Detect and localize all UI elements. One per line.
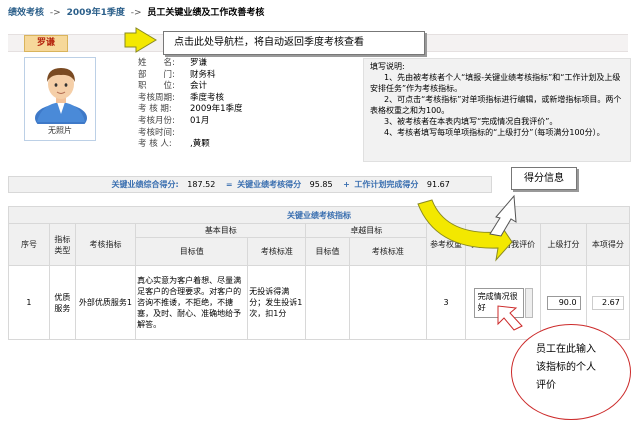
info-value: 财务科	[190, 69, 216, 80]
info-row: 考核月份: 01月	[138, 116, 363, 128]
total-score-label: 关键业绩综合得分:	[111, 180, 179, 189]
cell-indicator[interactable]: 外部优质服务1	[74, 265, 137, 340]
nav-callout: 点击此处导航栏，将自动返回季度考核查看	[163, 31, 425, 55]
col-standard: 考核标准	[247, 237, 307, 266]
instructions-title: 填写说明:	[370, 62, 405, 71]
info-label: 职 位:	[138, 81, 175, 92]
info-row: 职 位: 会计	[138, 81, 363, 93]
col-basic-goal: 基本目标	[135, 223, 307, 238]
cell-standard: 无投诉得满分；发生投诉1次，扣1分	[247, 265, 307, 340]
breadcrumb-current: 员工关键业绩及工作改善考核	[147, 8, 265, 18]
info-row: 部 门: 财务科	[138, 70, 363, 82]
cell-ex-standard	[348, 265, 428, 340]
user-avatar-icon	[35, 68, 87, 124]
info-row: 考核时间:	[138, 128, 363, 140]
info-label: 考核月份:	[138, 115, 175, 126]
instruction-line: 3、被考核者在本表内填写“完成情况自我评价”。	[384, 117, 558, 126]
col-goal: 目标值	[135, 237, 249, 266]
plan-score-value: 91.67	[426, 180, 450, 189]
item-score-value: 2.67	[591, 295, 624, 310]
instructions-panel: 填写说明: 1、先由被考核者个人“填报-关键业绩考核指标”和“工作计划及上级安排…	[363, 58, 631, 162]
info-label: 姓 名:	[138, 58, 175, 68]
col-indicator: 考核指标	[74, 223, 137, 266]
info-value	[190, 128, 363, 140]
breadcrumb-separator: ->	[130, 8, 142, 18]
textarea-scrollbar[interactable]	[524, 287, 533, 318]
breadcrumb-quarter[interactable]: 2009年1季度	[67, 8, 125, 18]
instruction-line: 1、先由被考核者个人“填报-关键业绩考核指标”和“工作计划及上级安排任务”作为考…	[370, 73, 621, 93]
cell-seq: 1	[8, 265, 50, 340]
input-callout-line: 该指标的个人	[536, 362, 596, 373]
info-value: 罗谦	[190, 58, 208, 68]
kpi-table-caption[interactable]: 关键业绩考核指标	[8, 206, 630, 224]
no-photo-label: 无照片	[48, 126, 72, 135]
equals-sign: =	[225, 180, 233, 189]
info-value: 季度考核	[190, 92, 225, 103]
col-type: 指标类型	[48, 223, 76, 266]
cell-weight: 3	[426, 265, 466, 340]
input-callout-line: 评价	[536, 380, 556, 391]
employee-name-tab: 罗谦	[24, 35, 68, 52]
col-ex-standard: 考核标准	[348, 237, 428, 266]
info-label: 考核时间:	[138, 127, 175, 138]
info-value: 会计	[190, 81, 208, 92]
avatar: 无照片	[24, 57, 96, 141]
info-value: 2009年1季度	[190, 104, 243, 115]
cell-type: 优质服务	[48, 265, 76, 340]
info-value: ,黄颗	[190, 139, 210, 150]
input-callout-line: 员工在此输入	[536, 344, 596, 355]
info-label: 部 门:	[138, 69, 175, 80]
info-label: 考 核 人:	[138, 139, 172, 150]
kpi-score-label: 关键业绩考核得分	[237, 180, 302, 189]
col-seq: 序号	[8, 223, 50, 266]
info-row: 姓 名: 罗谦	[138, 58, 363, 70]
total-score-value: 187.52	[187, 180, 216, 189]
kpi-table: 关键业绩考核指标 序号 指标类型 考核指标 基本目标 卓越目标 参考权重 完成情…	[8, 206, 631, 340]
plan-score-label: 工作计划完成得分	[354, 180, 419, 189]
breadcrumb-root[interactable]: 绩效考核	[8, 8, 44, 18]
col-score: 本项得分	[585, 223, 631, 266]
col-ex-goal: 目标值	[305, 237, 350, 266]
info-value: 01月	[190, 115, 210, 126]
info-label: 考核周期:	[138, 92, 175, 103]
info-row: 考 核 人: ,黄颗	[138, 139, 363, 151]
col-weight: 参考权重	[426, 223, 466, 266]
breadcrumb: 绩效考核 -> 2009年1季度 -> 员工关键业绩及工作改善考核	[8, 5, 308, 19]
self-eval-textarea[interactable]: 完成情况很好	[473, 287, 524, 318]
score-callout: 得分信息	[511, 167, 577, 190]
instruction-line: 4、考核者填写每项单项指标的“上级打分”（每项满分100分）。	[384, 128, 605, 137]
cell-ex-goal	[305, 265, 350, 340]
score-summary-bar: 关键业绩综合得分: 187.52 = 关键业绩考核得分 95.85 + 工作计划…	[8, 176, 492, 193]
info-row: 考核周期: 季度考核	[138, 93, 363, 105]
employee-info: 姓 名: 罗谦部 门: 财务科职 位: 会计考核周期: 季度考核考 核 期: 2009年1…	[138, 58, 363, 151]
info-label: 考 核 期:	[138, 104, 172, 115]
col-excellent-goal: 卓越目标	[305, 223, 428, 238]
cell-self-eval: 完成情况很好	[464, 265, 542, 340]
breadcrumb-separator: ->	[49, 8, 61, 18]
table-row: 1 优质服务 外部优质服务1 真心实意为客户着想、尽量满足客户的合理要求。对客户…	[8, 265, 631, 340]
info-row: 考 核 期: 2009年1季度	[138, 104, 363, 116]
instruction-line: 2、可点击“考核指标”对单项指标进行编辑，或新增指标项目。两个表格权重之和为10…	[370, 95, 622, 115]
superior-score-input[interactable]: 90.0	[546, 295, 581, 310]
input-callout: 员工在此输入 该指标的个人 评价	[511, 324, 631, 420]
col-superior: 上级打分	[540, 223, 587, 266]
cell-goal: 真心实意为客户着想、尽量满足客户的合理要求。对客户的咨询不推诿，不拒绝，不搪塞，…	[135, 265, 249, 340]
col-self-eval: 完成情况自我评价	[464, 223, 542, 266]
kpi-score-value: 95.85	[309, 180, 333, 189]
plus-sign: +	[343, 180, 350, 189]
